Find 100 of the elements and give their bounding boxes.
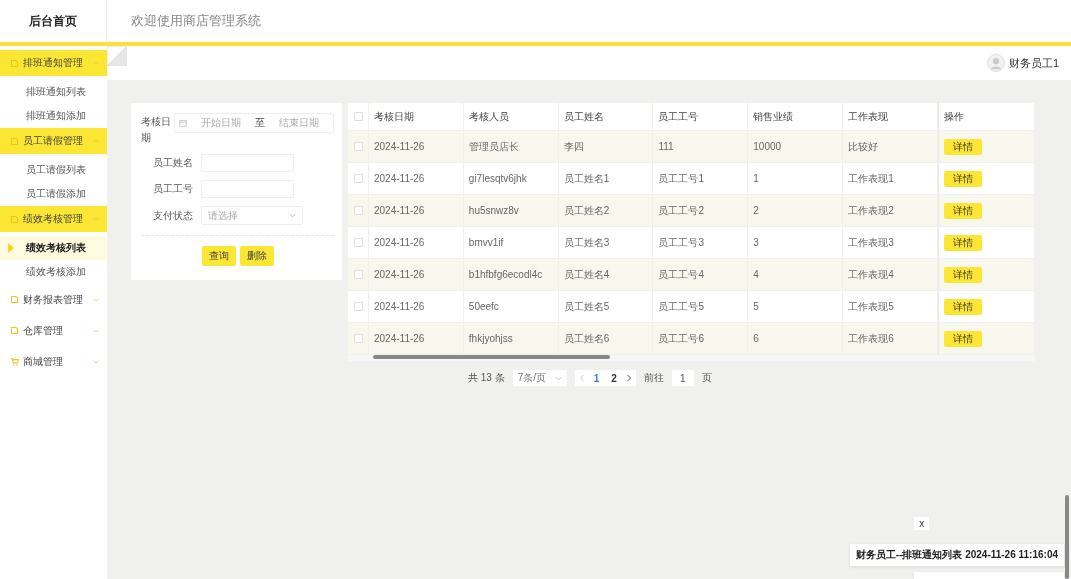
table-cell: 员工工号6 [653,323,749,354]
form-button[interactable]: 查询 [201,246,236,266]
table-cell: 工作表现5 [843,291,938,322]
detail-button[interactable]: 详情 [943,330,982,347]
table-cell: 5 [748,291,844,322]
total-count: 共 13 条 [468,371,505,385]
note-icon [10,58,19,68]
checkbox[interactable] [353,206,363,215]
next-page-icon[interactable] [625,374,632,382]
chevron-down-icon [93,328,99,333]
cart-icon [10,357,19,366]
field-label: 考核日期 [141,115,172,145]
menu-item[interactable]: 排班通知列表 [0,80,107,104]
column-header: 操作 [937,103,1035,130]
notification: 财务员工--排班通知列表 2024-11-26 11:16:04 [849,544,1064,566]
menu-item[interactable]: 员工请假添加 [0,182,107,206]
note-icon [10,214,19,224]
table-cell: 10000 [748,131,844,162]
table-cell: 工作表现2 [843,195,938,226]
page-number[interactable]: 2 [608,372,620,384]
user-name[interactable]: 财务员工1 [1008,55,1059,71]
checkbox[interactable] [353,142,363,151]
detail-button[interactable]: 详情 [943,138,982,155]
form-button[interactable]: 删除 [239,246,274,266]
table-cell: b1hfbfg6ecodl4c [463,259,559,290]
date-range-field[interactable]: 开始日期 至 结束日期 [174,113,334,133]
menu-group[interactable]: 员工请假管理 [0,128,107,154]
column-header: 工作表现 [843,103,938,130]
note-icon [10,295,19,304]
page-size-select[interactable]: 7条/页 [512,370,567,386]
table-cell: 员工工号1 [653,163,749,194]
table-cell: 比较好 [843,131,938,162]
fold-corner-icon[interactable] [107,46,127,66]
table-cell: gi7lesqtv6jhk [463,163,559,194]
close-button[interactable]: x [914,517,930,530]
goto-label: 前往 [643,371,664,385]
table-cell: 2024-11-26 [369,291,464,322]
table-cell: 2 [748,195,844,226]
column-header: 考核人员 [463,103,559,130]
table-cell: 员工姓名4 [558,259,654,290]
menu-item[interactable]: 排班通知添加 [0,104,107,128]
scrollbar-thumb[interactable] [373,355,610,359]
menu-item[interactable]: 员工请假列表 [0,158,107,182]
detail-button[interactable]: 详情 [943,234,982,251]
table-cell: 2024-11-26 [369,131,464,162]
table-cell: 111 [653,131,749,162]
avatar-icon[interactable] [986,54,1005,72]
table-cell: 员工工号3 [653,227,749,258]
table-cell: 员工姓名5 [558,291,654,322]
detail-button[interactable]: 详情 [943,170,982,187]
table-cell: 工作表现3 [843,227,938,258]
menu-item[interactable]: 绩效考核列表 [0,236,107,260]
menu-group[interactable]: 排班通知管理 [0,50,107,76]
field-label: 支付状态 [153,208,194,223]
checkbox[interactable] [353,112,363,121]
checkbox[interactable] [353,174,363,183]
table-cell: 员工姓名6 [558,323,654,354]
page-input[interactable]: 1 [671,370,694,386]
detail-button[interactable]: 详情 [943,266,982,283]
menu-group[interactable]: 商城管理 [0,350,107,373]
table-cell: 员工姓名3 [558,227,654,258]
chevron-down-icon [93,359,99,364]
note-icon [10,136,19,146]
checkbox[interactable] [353,334,363,343]
field-label: 员工姓名 [153,156,194,170]
chevron-down-icon [289,213,296,218]
menu-group[interactable]: 财务报表管理 [0,288,107,311]
table-cell: 2024-11-26 [369,227,464,258]
field-label: 员工工号 [153,182,194,196]
table-cell: 员工姓名2 [558,195,654,226]
chevron-down-icon [93,297,99,302]
detail-button[interactable]: 详情 [943,298,982,315]
system-title: 欢迎使用商店管理系统 [130,12,261,30]
table-cell: 员工工号5 [653,291,749,322]
checkbox[interactable] [353,270,363,279]
calendar-icon [179,119,187,127]
table-cell: 2024-11-26 [369,259,464,290]
table-cell: 1 [748,163,844,194]
table-cell: 50eefc [463,291,559,322]
menu-group[interactable]: 绩效考核管理 [0,206,107,232]
note-icon [10,326,19,335]
table-cell: 工作表现1 [843,163,938,194]
triangle-icon [8,243,14,253]
table-cell: 2024-11-26 [369,163,464,194]
chevron-down-icon [554,375,562,381]
checkbox[interactable] [353,302,363,311]
table-cell: hu5snwz8v [463,195,559,226]
menu-group[interactable]: 仓库管理 [0,319,107,342]
table-cell: fhkjyohjss [463,323,559,354]
table-cell: 员工姓名1 [558,163,654,194]
checkbox[interactable] [353,238,363,247]
table-cell: 工作表现4 [843,259,938,290]
menu-item[interactable]: 绩效考核添加 [0,260,107,284]
table-cell: 3 [748,227,844,258]
table-cell: 2024-11-26 [369,323,464,354]
brand-title[interactable]: 后台首页 [0,0,107,42]
detail-button[interactable]: 详情 [943,202,982,219]
prev-page-icon[interactable] [578,374,585,382]
column-header: 销售业绩 [748,103,844,130]
scrollbar[interactable] [1065,495,1069,579]
